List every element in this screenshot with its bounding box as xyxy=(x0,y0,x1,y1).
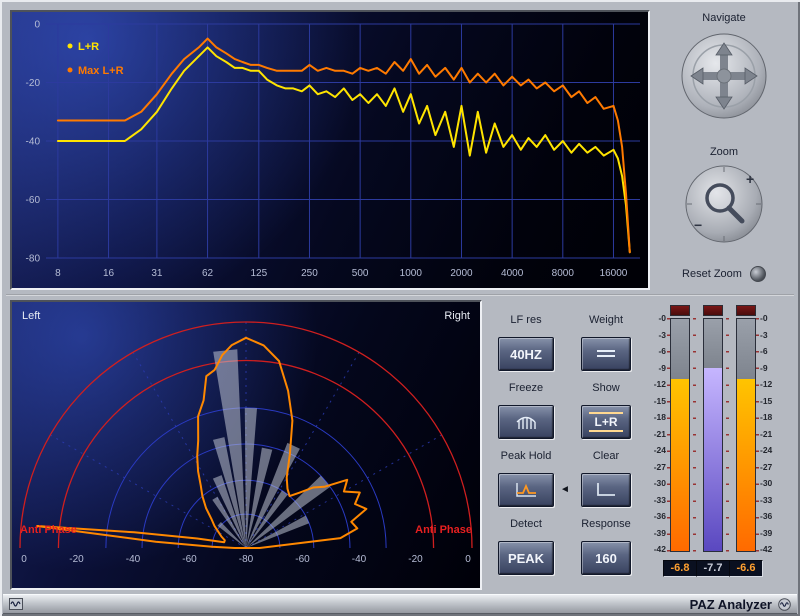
meter-ticks xyxy=(726,318,729,552)
meter-right xyxy=(736,318,756,552)
meter-readout-mid[interactable]: -7.7 xyxy=(696,560,730,577)
clear-axes-icon xyxy=(593,481,619,499)
svg-text:2000: 2000 xyxy=(450,268,473,279)
panel-divider xyxy=(6,294,794,296)
lf-res-button[interactable]: 40HZ xyxy=(498,337,554,371)
svg-text:0: 0 xyxy=(34,20,40,31)
reset-zoom-button[interactable] xyxy=(750,266,766,282)
meter-ticks xyxy=(756,318,759,552)
peak-hold-label: Peak Hold xyxy=(501,450,552,462)
svg-text:-20: -20 xyxy=(408,554,423,565)
detect-label: Detect xyxy=(510,518,542,530)
zoom-knob[interactable]: + − xyxy=(684,164,764,244)
paz-analyzer-window: 0 -20 -40 -60 -80 8 16 31 62 125 250 500 1000 2000 400… xyxy=(0,0,800,616)
svg-text:-60: -60 xyxy=(295,554,310,565)
meters-panel: -0-3-6-9-12-15-18-21-24-27-30-33-36-39-4… xyxy=(646,302,796,590)
svg-text:0: 0 xyxy=(21,554,27,565)
meter-mid xyxy=(703,318,723,552)
svg-text:Max L+R: Max L+R xyxy=(78,65,124,77)
svg-text:+: + xyxy=(746,171,754,187)
svg-text:125: 125 xyxy=(250,268,267,279)
freeze-label: Freeze xyxy=(509,382,543,394)
magnifier-icon: + − xyxy=(684,164,764,244)
spectrum-plot: 0 -20 -40 -60 -80 8 16 31 62 125 250 500 1000 2000 400… xyxy=(12,12,648,288)
app-title: PAZ Analyzer xyxy=(690,597,772,612)
phase-plot: 0 -20 -40 -60 -80 -60 -40 -20 0 xyxy=(12,302,480,588)
clear-button[interactable] xyxy=(581,473,631,507)
svg-text:-60: -60 xyxy=(182,554,197,565)
meter-scale-right: -0-3-6-9-12-15-18-21-24-27-30-33-36-39-4… xyxy=(760,314,790,554)
clip-led-mid[interactable] xyxy=(703,305,723,316)
weight-button[interactable] xyxy=(581,337,631,371)
svg-text:62: 62 xyxy=(202,268,214,279)
weight-label: Weight xyxy=(589,314,623,326)
svg-text:4000: 4000 xyxy=(501,268,524,279)
svg-text:-20: -20 xyxy=(69,554,84,565)
svg-text:250: 250 xyxy=(301,268,318,279)
spectrum-display[interactable]: 0 -20 -40 -60 -80 8 16 31 62 125 250 500 1000 2000 400… xyxy=(10,10,650,290)
waves-badge-icon xyxy=(778,598,791,611)
meter-readout-left[interactable]: -6.8 xyxy=(663,560,697,577)
svg-text:1000: 1000 xyxy=(400,268,423,279)
navigate-label: Navigate xyxy=(654,12,794,24)
peak-hold-button[interactable] xyxy=(498,473,554,507)
meter-readout-right[interactable]: -6.6 xyxy=(729,560,763,577)
zoom-label: Zoom xyxy=(654,146,794,158)
peak-hold-clear-arrow-icon[interactable]: ◄ xyxy=(560,484,570,495)
svg-text:8000: 8000 xyxy=(552,268,575,279)
controls-panel: LF res Weight 40HZ Freeze Show L+R xyxy=(486,302,646,596)
detect-value: PEAK xyxy=(508,551,544,566)
svg-text:-60: -60 xyxy=(26,195,41,206)
svg-text:16: 16 xyxy=(103,268,115,279)
svg-text:16000: 16000 xyxy=(600,268,628,279)
svg-text:500: 500 xyxy=(352,268,369,279)
anti-phase-label-left: Anti Phase xyxy=(20,524,77,536)
response-button[interactable]: 160 xyxy=(581,541,631,575)
response-label: Response xyxy=(581,518,631,530)
svg-text:-40: -40 xyxy=(26,137,41,148)
meter-ticks xyxy=(693,318,696,552)
svg-text:0: 0 xyxy=(465,554,471,565)
svg-text:31: 31 xyxy=(151,268,163,279)
navigate-pad[interactable] xyxy=(680,32,768,120)
svg-text:-80: -80 xyxy=(239,554,254,565)
waves-logo-icon xyxy=(9,598,23,610)
lf-res-label: LF res xyxy=(510,314,541,326)
show-button[interactable]: L+R xyxy=(581,405,631,439)
svg-text:L+R: L+R xyxy=(78,41,99,53)
meter-scale-left: -0-3-6-9-12-15-18-21-24-27-30-33-36-39-4… xyxy=(646,314,666,554)
title-bar: PAZ Analyzer xyxy=(3,594,797,614)
detect-button[interactable]: PEAK xyxy=(498,541,554,575)
freeze-button[interactable] xyxy=(498,405,554,439)
clip-led-right[interactable] xyxy=(736,305,756,316)
svg-text:-80: -80 xyxy=(26,254,41,265)
peak-hold-icon xyxy=(513,481,539,499)
show-value: L+R xyxy=(589,412,622,432)
phase-display[interactable]: 0 -20 -40 -60 -80 -60 -40 -20 0 Left Right Anti … xyxy=(10,300,482,590)
svg-text:-40: -40 xyxy=(126,554,141,565)
svg-text:8: 8 xyxy=(55,268,61,279)
weight-lines-icon xyxy=(593,347,619,361)
freeze-icon xyxy=(514,413,538,431)
svg-text:-20: -20 xyxy=(26,78,41,89)
right-channel-label: Right xyxy=(444,310,470,322)
clear-label: Clear xyxy=(593,450,619,462)
meter-left xyxy=(670,318,690,552)
navigate-pad-icon xyxy=(680,32,768,120)
svg-text:−: − xyxy=(694,217,702,233)
anti-phase-label-right: Anti Phase xyxy=(415,524,472,536)
left-channel-label: Left xyxy=(22,310,40,322)
show-label: Show xyxy=(592,382,620,394)
response-value: 160 xyxy=(595,551,617,566)
reset-zoom-label: Reset Zoom xyxy=(682,268,742,280)
lf-res-value: 40HZ xyxy=(510,347,542,362)
navigate-zoom-panel: Navigate Zoom xyxy=(654,10,794,292)
clip-led-left[interactable] xyxy=(670,305,690,316)
svg-text:-40: -40 xyxy=(352,554,367,565)
